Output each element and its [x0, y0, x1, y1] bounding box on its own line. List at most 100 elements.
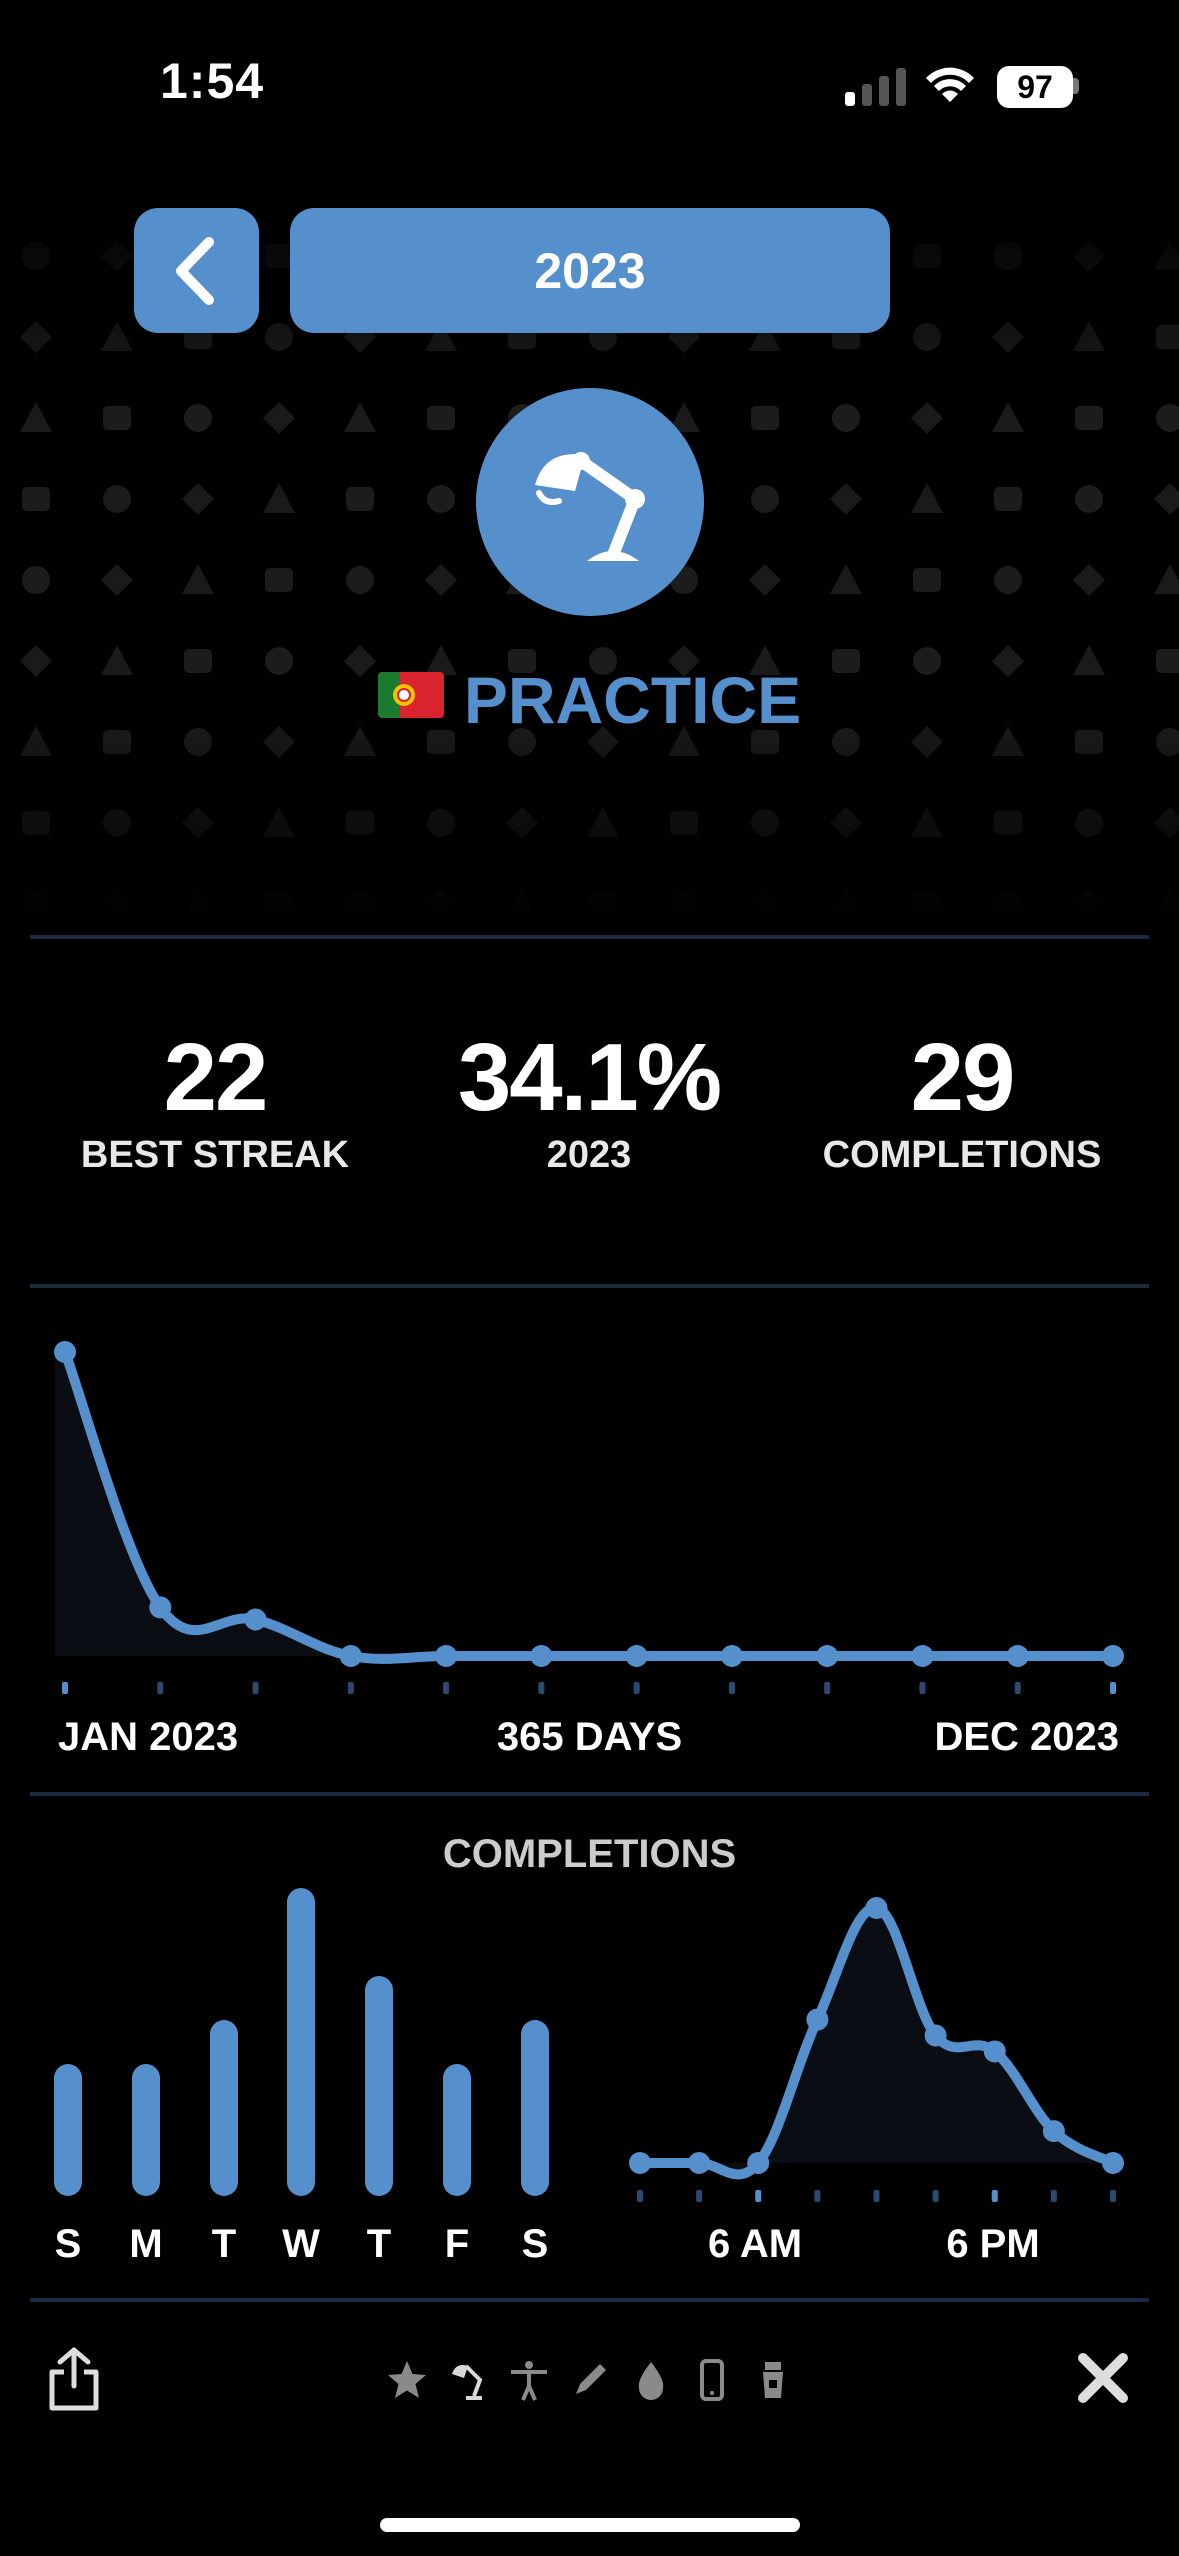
category-icon-row — [385, 2355, 795, 2405]
home-indicator[interactable] — [380, 2518, 800, 2532]
x-axis-tick — [919, 1682, 926, 1694]
time-data-point-5[interactable] — [924, 2024, 947, 2047]
weekday-bar-2[interactable] — [210, 2020, 238, 2196]
weekday-bar-chart — [54, 1888, 549, 2196]
year-data-point-aug[interactable] — [720, 1645, 743, 1667]
close-button[interactable] — [1075, 2350, 1131, 2411]
x-axis-tick — [157, 1682, 164, 1694]
x-axis-tick — [1110, 1682, 1116, 1694]
year-data-point-feb[interactable] — [149, 1596, 172, 1619]
time-axis-tick — [1050, 2190, 1057, 2202]
time-data-point-1[interactable] — [688, 2152, 711, 2174]
weekday-bar-3[interactable] — [287, 1888, 315, 2196]
weekday-bar-5[interactable] — [443, 2064, 471, 2196]
x-axis-tick — [824, 1682, 831, 1694]
year-data-point-jun[interactable] — [530, 1645, 553, 1667]
weekday-label: F — [444, 2222, 470, 2266]
year-data-point-nov[interactable] — [1006, 1645, 1029, 1667]
x-axis-tick — [728, 1682, 735, 1694]
time-axis-tick — [991, 2190, 998, 2202]
divider-top — [30, 935, 1149, 939]
weekday-bar-1[interactable] — [132, 2064, 160, 2196]
time-axis-tick — [755, 2190, 762, 2202]
stat-label: BEST STREAK — [80, 1134, 350, 1176]
year-data-point-apr[interactable] — [339, 1645, 362, 1667]
wifi-icon — [924, 64, 976, 104]
weekday-label: T — [366, 2222, 392, 2266]
weekday-label: S — [521, 2222, 549, 2266]
pencil-icon[interactable] — [568, 2358, 612, 2402]
status-time: 1:54 — [160, 53, 265, 109]
close-icon — [1078, 2353, 1128, 2403]
chevron-left-icon — [175, 236, 214, 305]
year-data-point-dec-2023[interactable] — [1102, 1645, 1124, 1667]
stat-value: 22 — [163, 1024, 269, 1131]
year-trend-chart — [54, 1341, 1124, 1694]
divider-chart — [30, 1792, 1149, 1796]
time-axis-tick — [1110, 2190, 1116, 2202]
habit-title: PRACTICE — [463, 663, 802, 737]
flag-icon — [377, 669, 444, 731]
time-label-6pm: 6 PM — [946, 2222, 1040, 2266]
time-data-point-8[interactable] — [1102, 2152, 1124, 2174]
bottle-icon[interactable] — [751, 2358, 795, 2402]
signal-icon — [845, 66, 907, 106]
year-data-point-jul[interactable] — [625, 1645, 648, 1667]
x-axis-tick — [538, 1682, 545, 1694]
weekday-label: W — [282, 2222, 320, 2266]
time-axis-tick — [932, 2190, 939, 2202]
year-data-point-oct[interactable] — [911, 1645, 934, 1667]
x-axis-tick — [633, 1682, 640, 1694]
x-axis-tick — [443, 1682, 450, 1694]
weekday-bar-0[interactable] — [54, 2064, 82, 2196]
time-axis-tick — [873, 2190, 880, 2202]
time-data-point-7[interactable] — [1042, 2120, 1065, 2143]
stat-value: 29 — [910, 1024, 1016, 1131]
completions-title: COMPLETIONS — [442, 1832, 737, 1876]
year-data-point-jan-2023[interactable] — [54, 1341, 76, 1363]
x-axis-tick — [1014, 1682, 1021, 1694]
year-selector-button[interactable]: 2023 — [290, 208, 890, 333]
time-data-point-2[interactable] — [747, 2152, 770, 2174]
star-icon[interactable] — [385, 2358, 429, 2402]
time-of-day-area — [640, 1907, 1113, 2175]
x-axis-tick — [347, 1682, 354, 1694]
time-label-6am: 6 AM — [707, 2222, 803, 2266]
phone-icon[interactable] — [690, 2358, 734, 2402]
time-data-point-6[interactable] — [983, 2040, 1006, 2063]
year-trend-line — [60, 1347, 1118, 1664]
battery-cap — [1073, 78, 1079, 94]
divider-bottom — [30, 2298, 1149, 2302]
x-axis-tick — [62, 1682, 68, 1694]
back-button[interactable] — [134, 208, 259, 333]
time-axis-tick — [696, 2190, 703, 2202]
habit-title-row: PRACTICE — [0, 655, 1179, 745]
time-data-point-0[interactable] — [629, 2152, 651, 2174]
year-data-point-may[interactable] — [435, 1645, 458, 1667]
share-icon — [49, 2347, 99, 2411]
weekday-label: S — [54, 2222, 82, 2266]
stat-label: COMPLETIONS — [822, 1134, 1102, 1176]
habit-icon-badge — [476, 388, 704, 616]
stat-completions: 29 COMPLETIONS — [782, 1025, 1142, 1177]
time-of-day-chart — [629, 1897, 1124, 2202]
time-axis-tick — [814, 2190, 821, 2202]
year-data-point-sep[interactable] — [816, 1645, 839, 1667]
lamp-icon[interactable] — [446, 2358, 490, 2402]
weekday-label: M — [129, 2222, 163, 2266]
time-axis-tick — [637, 2190, 643, 2202]
year-data-point-mar[interactable] — [244, 1608, 267, 1631]
weekday-bar-6[interactable] — [521, 2020, 549, 2196]
stat-value: 34.1% — [457, 1024, 722, 1131]
time-data-point-4[interactable] — [865, 1897, 888, 1919]
figure-icon[interactable] — [507, 2358, 551, 2402]
stat-percentage: 34.1% 2023 — [409, 1025, 769, 1177]
weekday-bar-4[interactable] — [365, 1976, 393, 2196]
year-trend-area — [55, 1352, 1113, 1659]
battery-icon: 97 — [997, 66, 1073, 108]
weekday-label: T — [211, 2222, 237, 2266]
stat-label: 2023 — [546, 1134, 632, 1176]
drop-icon[interactable] — [629, 2358, 673, 2402]
time-data-point-3[interactable] — [806, 2008, 829, 2031]
share-button[interactable] — [46, 2346, 102, 2417]
